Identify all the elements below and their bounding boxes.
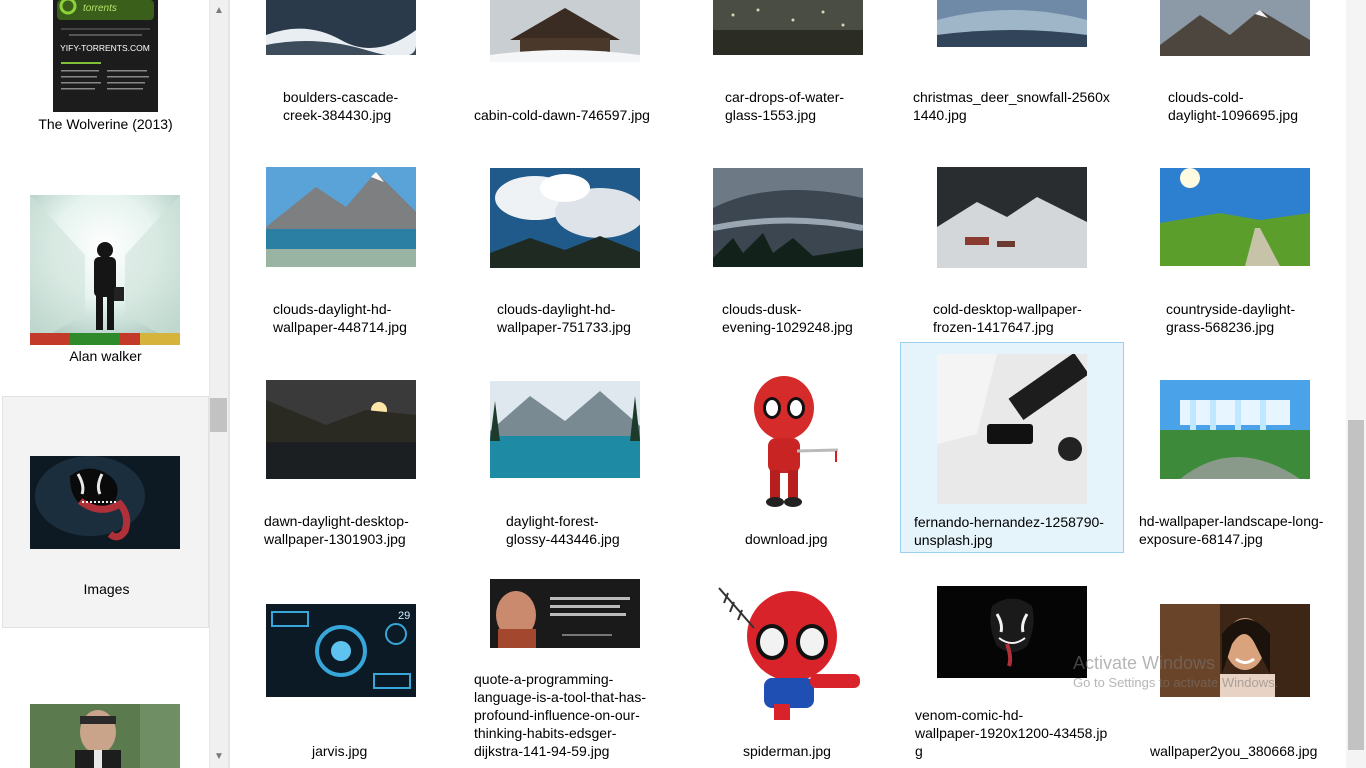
file-tile[interactable]: venom-comic-hd- wallpaper-1920x1200-4345… [902,560,1126,768]
main-scrollbar-thumb[interactable] [1348,420,1364,750]
folder-pane: torrents YIFY-TORRENTS.COM The Wolverine… [0,0,228,768]
file-tile[interactable]: boulders-cascade- creek-384430.jpg [230,0,454,140]
file-name: hd-wallpaper-landscape-long- exposure-68… [1139,513,1324,547]
file-thumbnail [742,366,838,512]
file-thumbnail [266,0,416,55]
file-thumbnail [937,0,1087,47]
folder-label: Images [83,581,130,597]
file-tile[interactable]: clouds-dusk- evening-1029248.jpg [678,160,902,340]
folder-label: The Wolverine (2013) [38,116,173,132]
file-thumbnail [937,354,1087,504]
file-tile[interactable]: daylight-forest- glossy-443446.jpg [454,342,678,553]
left-pane-scrollbar-thumb[interactable] [210,398,227,432]
file-name: download.jpg [745,531,828,547]
file-thumbnail [937,167,1087,268]
file-name: fernando-hernandez-1258790- unsplash.jpg [914,514,1104,548]
file-thumbnail [490,579,640,648]
file-name: jarvis.jpg [312,743,368,759]
file-thumbnail [266,380,416,479]
file-thumbnail [490,168,640,268]
file-name: cabin-cold-dawn-746597.jpg [474,107,650,123]
file-name: daylight-forest- glossy-443446.jpg [506,513,620,547]
file-tile-selected[interactable]: fernando-hernandez-1258790- unsplash.jpg [900,342,1124,553]
file-thumbnail [713,168,863,267]
file-tile[interactable]: clouds-daylight-hd- wallpaper-751733.jpg [454,160,678,340]
file-tile[interactable]: christmas_deer_snowfall-2560x 1440.jpg [902,0,1126,140]
file-tile[interactable]: clouds-daylight-hd- wallpaper-448714.jpg [230,160,454,340]
file-tile[interactable]: car-drops-of-water- glass-1553.jpg [678,0,902,140]
file-thumbnail: 29 [266,604,416,697]
file-name: boulders-cascade- creek-384430.jpg [283,89,399,123]
file-tile[interactable]: dawn-daylight-desktop- wallpaper-1301903… [230,342,454,553]
file-name: dawn-daylight-desktop- wallpaper-1301903… [264,513,409,547]
folder-label: Alan walker [69,348,142,364]
file-name: clouds-dusk- evening-1029248.jpg [722,301,853,335]
file-tile[interactable]: 29 jarvis.jpg [230,560,454,768]
folder-thumbnail-images [30,456,180,549]
file-tile[interactable]: quote-a-programming- language-is-a-tool-… [454,560,678,768]
scroll-down-arrow-icon[interactable]: ▼ [210,748,228,766]
file-name: wallpaper2you_380668.jpg [1150,743,1318,759]
file-tile[interactable]: download.jpg [678,342,902,553]
file-tile[interactable]: countryside-daylight- grass-568236.jpg [1126,160,1346,340]
file-tile[interactable]: cold-desktop-wallpaper- frozen-1417647.j… [902,160,1126,340]
jarvis-thumb-number: 29 [398,610,410,622]
file-thumbnail [1160,168,1310,266]
file-thumbnail [266,167,416,267]
file-thumbnail [937,586,1087,678]
file-tile[interactable]: cabin-cold-dawn-746597.jpg [454,0,678,140]
file-name: countryside-daylight- grass-568236.jpg [1166,301,1296,335]
file-tile[interactable]: clouds-cold- daylight-1096695.jpg [1126,0,1346,140]
file-thumbnail [714,578,864,724]
folder-item-matrix[interactable] [2,700,209,768]
left-pane-scrollbar[interactable]: ▲ ▼ [209,0,228,768]
scroll-up-arrow-icon[interactable]: ▲ [210,2,228,20]
file-thumbnail [1160,604,1310,697]
yify-logo-text: torrents [83,3,117,14]
main-scrollbar[interactable] [1346,0,1366,768]
file-tile[interactable]: wallpaper2you_380668.jpg [1126,560,1346,768]
file-name: clouds-daylight-hd- wallpaper-751733.jpg [497,301,631,335]
file-tile[interactable]: hd-wallpaper-landscape-long- exposure-68… [1126,342,1346,553]
file-name: venom-comic-hd- wallpaper-1920x1200-4345… [915,707,1108,759]
file-name: clouds-cold- daylight-1096695.jpg [1168,89,1298,123]
file-thumbnail [1160,0,1310,56]
file-name: cold-desktop-wallpaper- frozen-1417647.j… [933,301,1082,335]
file-name: car-drops-of-water- glass-1553.jpg [725,89,845,123]
file-thumbnail [1160,380,1310,479]
folder-item-images[interactable]: Images [2,396,209,628]
file-name: christmas_deer_snowfall-2560x 1440.jpg [913,89,1110,123]
folder-item-alan-walker[interactable]: Alan walker [2,190,209,370]
folder-thumbnail-alan-walker [30,195,180,345]
file-tile[interactable]: spiderman.jpg [678,560,902,768]
image-grid: boulders-cascade- creek-384430.jpg cabin… [230,0,1346,768]
file-thumbnail [713,0,863,55]
folder-thumbnail-matrix [30,704,180,768]
file-name: spiderman.jpg [743,743,831,759]
file-thumbnail [490,381,640,478]
file-name: quote-a-programming- language-is-a-tool-… [474,671,646,759]
folder-thumbnail-wolverine: torrents YIFY-TORRENTS.COM [53,0,158,112]
file-thumbnail [490,0,640,62]
folder-item-wolverine[interactable]: torrents YIFY-TORRENTS.COM The Wolverine… [2,0,209,140]
yify-url-text: YIFY-TORRENTS.COM [60,43,150,53]
file-name: clouds-daylight-hd- wallpaper-448714.jpg [273,301,407,335]
